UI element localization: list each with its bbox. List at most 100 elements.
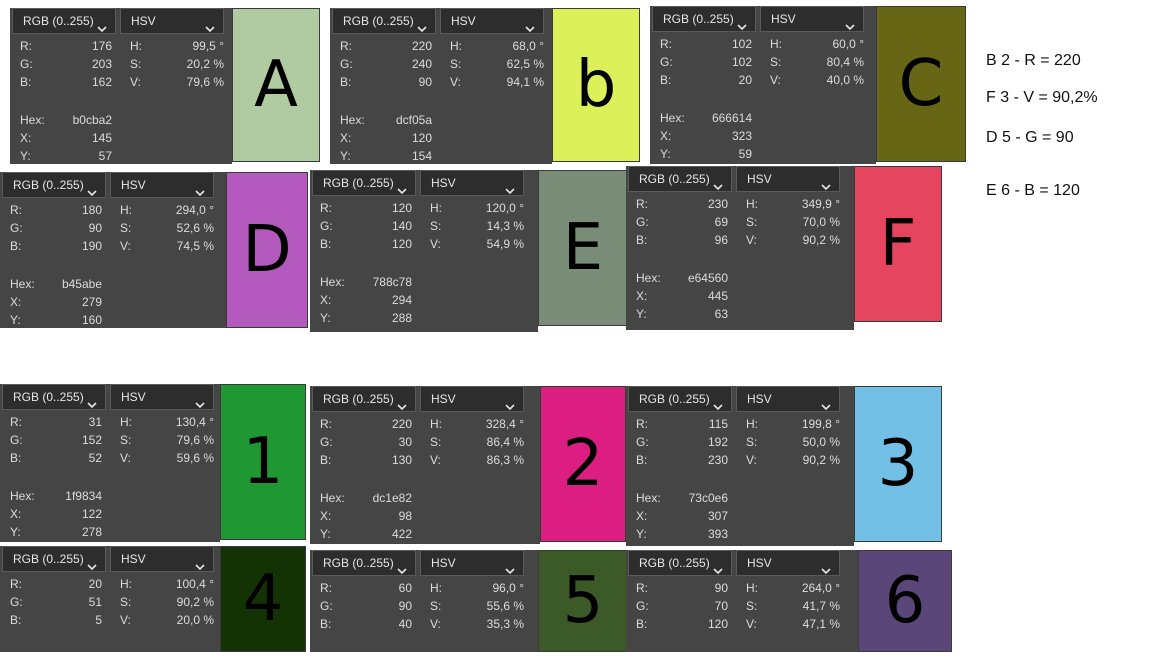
color-space-dropdown[interactable]: HSV xyxy=(760,6,864,32)
channel-label: H: xyxy=(120,203,132,217)
info-row-y: Y: 59 xyxy=(650,146,760,162)
channel-label: R: xyxy=(340,39,352,53)
chevron-down-icon xyxy=(821,175,831,191)
channel-value: 69 xyxy=(714,215,728,229)
channel-value: 86,3 % xyxy=(486,453,524,467)
color-mode-dropdown[interactable]: RGB (0..255) xyxy=(2,172,106,198)
channel-row-g: G: 70 xyxy=(626,598,736,614)
info-label: Y: xyxy=(320,527,331,541)
channel-row-v: V: 90,2 % xyxy=(738,232,846,248)
color-mode-dropdown[interactable]: RGB (0..255) xyxy=(628,550,732,576)
channel-row-b: B: 52 xyxy=(0,450,110,466)
swatch-handwritten-label: 1 xyxy=(242,425,284,499)
channel-label: V: xyxy=(430,453,441,467)
color-space-dropdown[interactable]: HSV xyxy=(440,8,544,34)
channel-row-s: S: 62,5 % xyxy=(442,56,550,72)
channel-label: G: xyxy=(660,55,673,69)
chevron-down-icon xyxy=(87,555,97,571)
color-space-value: HSV xyxy=(121,552,146,566)
color-space-dropdown[interactable]: HSV xyxy=(736,386,840,412)
color-space-dropdown[interactable]: HSV xyxy=(420,386,524,412)
channel-label: S: xyxy=(120,595,132,609)
channel-label: S: xyxy=(746,599,758,613)
channel-row-r: R: 176 xyxy=(10,38,120,54)
color-space-dropdown[interactable]: HSV xyxy=(420,550,524,576)
channel-label: R: xyxy=(660,37,672,51)
channel-row-h: H: 120,0 ° xyxy=(422,200,530,216)
channel-row-g: G: 152 xyxy=(0,432,110,448)
channel-label: V: xyxy=(450,75,461,89)
color-panel-e: RGB (0..255) HSV R: 120 G: 140 B: 120 H: 120,0 ° S… xyxy=(310,170,538,332)
info-row-x: X: 445 xyxy=(626,288,736,304)
swatch-handwritten-label: b xyxy=(575,48,617,122)
channel-label: H: xyxy=(120,415,132,429)
color-space-dropdown[interactable]: HSV xyxy=(120,8,224,34)
channel-value: 192 xyxy=(707,435,728,449)
note-line: E 6 - B = 120 xyxy=(986,182,1080,199)
channel-row-r: R: 120 xyxy=(310,200,420,216)
channel-label: G: xyxy=(20,57,33,71)
swatch-handwritten-label: E xyxy=(562,211,604,285)
channel-value: 140 xyxy=(391,219,412,233)
channel-value: 79,6 % xyxy=(186,75,224,89)
channel-value: 50,0 % xyxy=(802,435,840,449)
info-value: 788c78 xyxy=(372,275,412,289)
color-space-dropdown[interactable]: HSV xyxy=(736,550,840,576)
info-label: Y: xyxy=(10,313,21,327)
channel-value: 60 xyxy=(398,581,412,595)
color-mode-dropdown[interactable]: RGB (0..255) xyxy=(332,8,436,34)
color-swatch: C xyxy=(876,6,966,162)
color-panel-f: RGB (0..255) HSV R: 230 G: 69 B: 96 H: 349,9 ° S: 7… xyxy=(626,166,854,330)
info-row-y: Y: 57 xyxy=(10,148,120,164)
color-mode-dropdown[interactable]: RGB (0..255) xyxy=(2,384,106,410)
channel-row-v: V: 74,5 % xyxy=(112,238,220,254)
channel-label: B: xyxy=(636,617,648,631)
channel-row-r: R: 31 xyxy=(0,414,110,430)
channel-label: S: xyxy=(746,215,758,229)
channel-row-v: V: 90,2 % xyxy=(738,452,846,468)
color-mode-dropdown[interactable]: RGB (0..255) xyxy=(628,166,732,192)
color-mode-dropdown[interactable]: RGB (0..255) xyxy=(312,550,416,576)
info-row-x: X: 323 xyxy=(650,128,760,144)
info-row-x: X: 294 xyxy=(310,292,420,308)
color-mode-dropdown[interactable]: RGB (0..255) xyxy=(312,170,416,196)
color-mode-dropdown[interactable]: RGB (0..255) xyxy=(312,386,416,412)
channel-row-s: S: 70,0 % xyxy=(738,214,846,230)
channel-label: G: xyxy=(636,215,649,229)
info-label: Hex: xyxy=(636,491,661,505)
channel-row-r: R: 115 xyxy=(626,416,736,432)
channel-value: 130,4 ° xyxy=(175,415,214,429)
color-space-dropdown[interactable]: HSV xyxy=(736,166,840,192)
channel-label: B: xyxy=(636,453,648,467)
channel-value: 30 xyxy=(398,435,412,449)
channel-row-s: S: 55,6 % xyxy=(422,598,530,614)
channel-row-v: V: 54,9 % xyxy=(422,236,530,252)
color-swatch: 5 xyxy=(538,550,628,652)
color-mode-dropdown[interactable]: RGB (0..255) xyxy=(628,386,732,412)
channel-label: S: xyxy=(120,433,132,447)
info-row-y: Y: 160 xyxy=(0,312,110,328)
channel-value: 14,3 % xyxy=(486,219,524,233)
channel-value: 240 xyxy=(411,57,432,71)
chevron-down-icon xyxy=(505,395,515,411)
info-row-y: Y: 154 xyxy=(330,148,440,164)
color-mode-value: RGB (0..255) xyxy=(639,556,710,570)
color-space-dropdown[interactable]: HSV xyxy=(110,546,214,572)
color-mode-dropdown[interactable]: RGB (0..255) xyxy=(2,546,106,572)
info-row-hex: Hex: b0cba2 xyxy=(10,112,120,128)
info-row-hex: Hex: dcf05a xyxy=(330,112,440,128)
color-space-value: HSV xyxy=(747,172,772,186)
color-space-dropdown[interactable]: HSV xyxy=(110,172,214,198)
channel-row-b: B: 162 xyxy=(10,74,120,90)
color-space-dropdown[interactable]: HSV xyxy=(110,384,214,410)
color-space-dropdown[interactable]: HSV xyxy=(420,170,524,196)
color-mode-dropdown[interactable]: RGB (0..255) xyxy=(652,6,756,32)
channel-value: 90,2 % xyxy=(176,595,214,609)
info-value: 278 xyxy=(81,525,102,539)
channel-label: S: xyxy=(430,219,442,233)
channel-row-v: V: 20,0 % xyxy=(112,612,220,628)
info-value: b45abe xyxy=(61,277,102,291)
channel-label: S: xyxy=(746,435,758,449)
color-space-value: HSV xyxy=(747,392,772,406)
color-mode-dropdown[interactable]: RGB (0..255) xyxy=(12,8,116,34)
